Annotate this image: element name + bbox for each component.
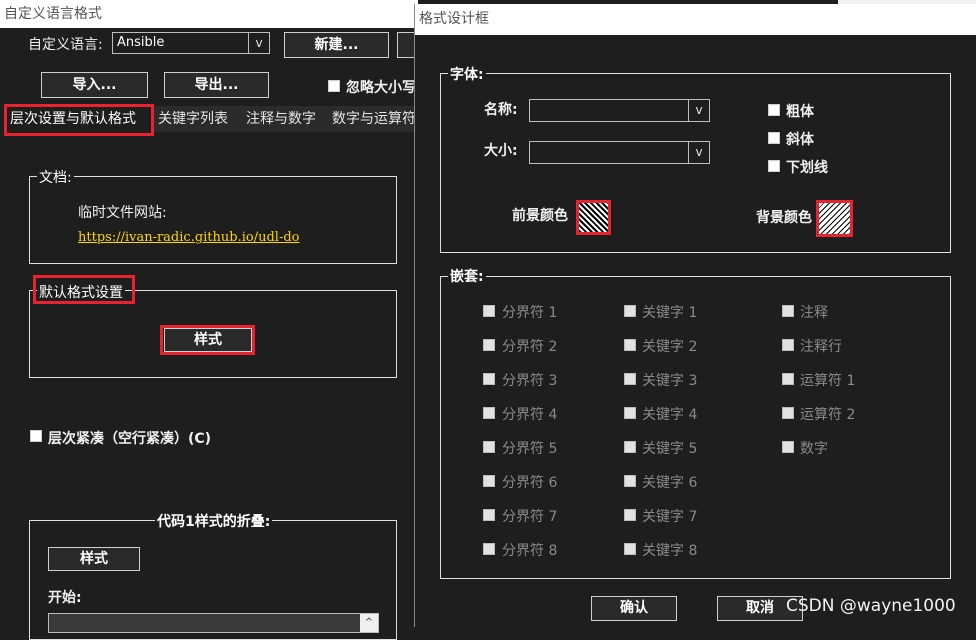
left-window-titlebar: 自定义语言格式 [0, 0, 418, 28]
nesting-group-title: 嵌套: [448, 266, 486, 286]
ok-button[interactable]: 确认 [591, 596, 677, 621]
udl-docs-link[interactable]: https://ivan-radic.github.io/udl-do [78, 230, 300, 245]
italic-label: 斜体 [786, 132, 814, 148]
language-label: 自定义语言: [28, 37, 103, 53]
watermark: CSDN @wayne1000 [786, 596, 956, 616]
chevron-down-icon[interactable]: v [688, 100, 709, 121]
chevron-down-icon[interactable]: v [688, 142, 709, 163]
delimiter-3-label: 分界符 3 [502, 373, 558, 389]
keyword-7-label: 关键字 7 [642, 509, 698, 525]
background-color-label: 背景颜色 [756, 210, 812, 226]
delimiter-7-checkbox[interactable] [483, 509, 495, 521]
scroll-up-icon[interactable]: ^ [360, 614, 378, 632]
number-label: 数字 [800, 441, 828, 457]
keyword-2-checkbox[interactable] [624, 339, 636, 351]
tab-highlight-frame [4, 104, 154, 136]
font-name-label: 名称: [484, 102, 518, 118]
start-textbox[interactable]: ^ [48, 613, 379, 633]
font-group-title: 字体: [448, 64, 486, 84]
delimiter-6-checkbox[interactable] [483, 475, 495, 487]
ignore-case-label: 忽略大小写 [346, 80, 414, 96]
delimiter-5-label: 分界符 5 [502, 441, 558, 457]
keyword-8-label: 关键字 8 [642, 543, 698, 559]
font-name-select[interactable]: v [529, 99, 710, 122]
tab-comments-numbers[interactable]: 注释与数字 [242, 106, 329, 132]
compact-label: 层次紧凑（空行紧凑）(C) [48, 431, 212, 447]
start-label: 开始: [48, 590, 82, 606]
delimiter-1-checkbox[interactable] [483, 305, 495, 317]
delimiter-6-label: 分界符 6 [502, 475, 558, 491]
import-button[interactable]: 导入... [41, 72, 148, 98]
bold-checkbox[interactable] [768, 104, 780, 116]
comment-line-checkbox[interactable] [782, 339, 794, 351]
keyword-6-label: 关键字 6 [642, 475, 698, 491]
comment-checkbox[interactable] [782, 305, 794, 317]
delimiter-7-label: 分界符 7 [502, 509, 558, 525]
keyword-3-label: 关键字 3 [642, 373, 698, 389]
fold-style-button[interactable]: 样式 [48, 547, 140, 571]
document-group-title: 文档: [37, 167, 74, 187]
language-select[interactable]: Ansible v [112, 32, 270, 54]
tab-label: 注释与数字 [246, 111, 316, 127]
operator-2-label: 运算符 2 [800, 407, 856, 423]
tab-label: 关键字列表 [158, 111, 228, 127]
comment-line-label: 注释行 [800, 339, 842, 355]
left-window-title: 自定义语言格式 [4, 6, 102, 22]
number-checkbox[interactable] [782, 441, 794, 453]
language-select-value: Ansible [117, 35, 165, 50]
delimiter-3-checkbox[interactable] [483, 373, 495, 385]
keyword-6-checkbox[interactable] [624, 475, 636, 487]
compact-checkbox[interactable] [30, 430, 42, 442]
bold-label: 粗体 [786, 104, 814, 120]
keyword-4-checkbox[interactable] [624, 407, 636, 419]
delimiter-4-label: 分界符 4 [502, 407, 558, 423]
folding-group-title: 代码1样式的折叠: [155, 511, 273, 531]
operator-1-label: 运算符 1 [800, 373, 856, 389]
foreground-color-swatch[interactable] [576, 200, 611, 235]
delimiter-1-label: 分界符 1 [502, 305, 558, 321]
ignore-case-checkbox[interactable] [328, 80, 340, 92]
background-color-swatch[interactable] [816, 200, 853, 237]
keyword-5-checkbox[interactable] [624, 441, 636, 453]
export-button[interactable]: 导出... [164, 72, 269, 98]
delimiter-4-checkbox[interactable] [483, 407, 495, 419]
default-format-highlight-frame [33, 275, 135, 304]
delimiter-5-checkbox[interactable] [483, 441, 495, 453]
font-size-select[interactable]: v [529, 141, 710, 164]
operator-1-checkbox[interactable] [782, 373, 794, 385]
keyword-7-checkbox[interactable] [624, 509, 636, 521]
style-button-highlight-frame [160, 325, 255, 355]
tab-label: 数字与运算符 [332, 111, 415, 127]
new-button[interactable]: 新建... [284, 32, 389, 58]
font-size-label: 大小: [484, 143, 518, 159]
underline-checkbox[interactable] [768, 160, 780, 172]
delimiter-2-checkbox[interactable] [483, 339, 495, 351]
keyword-3-checkbox[interactable] [624, 373, 636, 385]
tab-numbers-operators[interactable]: 数字与运算符 [328, 106, 415, 132]
delimiter-2-label: 分界符 2 [502, 339, 558, 355]
keyword-1-label: 关键字 1 [642, 305, 698, 321]
underline-label: 下划线 [786, 160, 828, 176]
foreground-color-label: 前景颜色 [512, 208, 568, 224]
keyword-8-checkbox[interactable] [624, 543, 636, 555]
dialog-titlebar: 格式设计框 [415, 4, 976, 35]
chevron-down-icon[interactable]: v [248, 33, 269, 53]
tab-keywords[interactable]: 关键字列表 [154, 106, 243, 132]
comment-label: 注释 [800, 305, 828, 321]
keyword-5-label: 关键字 5 [642, 441, 698, 457]
keyword-1-checkbox[interactable] [624, 305, 636, 317]
dialog-title: 格式设计框 [419, 11, 489, 27]
delimiter-8-label: 分界符 8 [502, 543, 558, 559]
operator-2-checkbox[interactable] [782, 407, 794, 419]
temp-site-label: 临时文件网站: [78, 205, 167, 221]
delimiter-8-checkbox[interactable] [483, 543, 495, 555]
keyword-2-label: 关键字 2 [642, 339, 698, 355]
italic-checkbox[interactable] [768, 132, 780, 144]
keyword-4-label: 关键字 4 [642, 407, 698, 423]
